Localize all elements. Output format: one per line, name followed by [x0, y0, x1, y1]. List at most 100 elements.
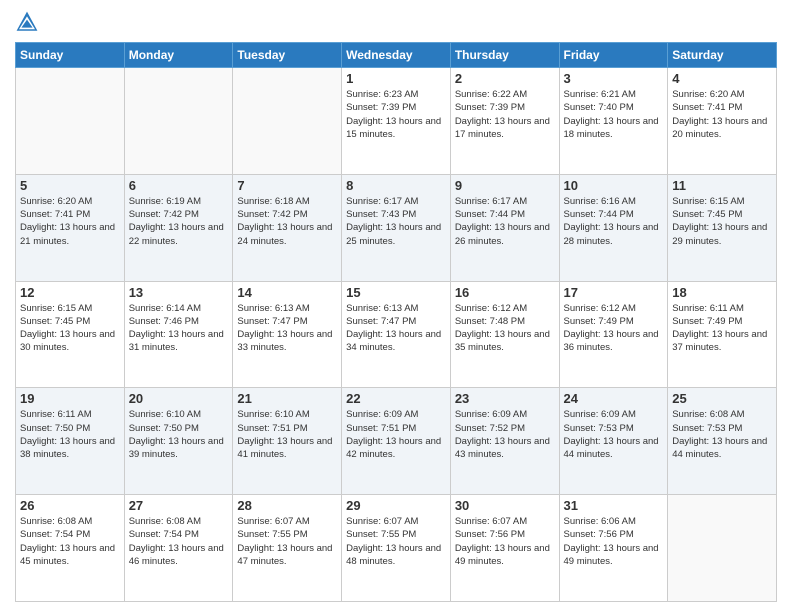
- calendar-day: [668, 495, 777, 602]
- day-number: 1: [346, 71, 446, 86]
- col-header-saturday: Saturday: [668, 43, 777, 68]
- calendar-week-row: 1 Sunrise: 6:23 AMSunset: 7:39 PMDaylight…: [16, 68, 777, 175]
- calendar-day: 4 Sunrise: 6:20 AMSunset: 7:41 PMDaylight…: [668, 68, 777, 175]
- col-header-sunday: Sunday: [16, 43, 125, 68]
- calendar-day: 30 Sunrise: 6:07 AMSunset: 7:56 PMDayligh…: [450, 495, 559, 602]
- day-info: Sunrise: 6:13 AMSunset: 7:47 PMDaylight:…: [346, 302, 446, 355]
- day-info: Sunrise: 6:19 AMSunset: 7:42 PMDaylight:…: [129, 195, 229, 248]
- day-info: Sunrise: 6:06 AMSunset: 7:56 PMDaylight:…: [564, 515, 664, 568]
- calendar-day: 24Sunrise: 6:09 AMSunset: 7:53 PMDayligh…: [559, 388, 668, 495]
- day-info: Sunrise: 6:08 AMSunset: 7:53 PMDaylight:…: [672, 408, 772, 461]
- calendar-day: 6 Sunrise: 6:19 AMSunset: 7:42 PMDaylight…: [124, 174, 233, 281]
- calendar-day: 22 Sunrise: 6:09 AMSunset: 7:51 PMDayligh…: [342, 388, 451, 495]
- day-info: Sunrise: 6:12 AMSunset: 7:49 PMDaylight:…: [564, 302, 664, 355]
- calendar-day: 2 Sunrise: 6:22 AMSunset: 7:39 PMDaylight…: [450, 68, 559, 175]
- day-number: 9: [455, 178, 555, 193]
- day-number: 29: [346, 498, 446, 513]
- day-number: 5: [20, 178, 120, 193]
- day-info: Sunrise: 6:22 AMSunset: 7:39 PMDaylight:…: [455, 88, 555, 141]
- day-info: Sunrise: 6:08 AMSunset: 7:54 PMDaylight:…: [20, 515, 120, 568]
- day-number: 2: [455, 71, 555, 86]
- calendar-day: 1 Sunrise: 6:23 AMSunset: 7:39 PMDaylight…: [342, 68, 451, 175]
- day-info: Sunrise: 6:21 AMSunset: 7:40 PMDaylight:…: [564, 88, 664, 141]
- calendar-day: 25 Sunrise: 6:08 AMSunset: 7:53 PMDayligh…: [668, 388, 777, 495]
- col-header-friday: Friday: [559, 43, 668, 68]
- day-info: Sunrise: 6:13 AMSunset: 7:47 PMDaylight:…: [237, 302, 337, 355]
- calendar-day: 27 Sunrise: 6:08 AMSunset: 7:54 PMDayligh…: [124, 495, 233, 602]
- day-info: Sunrise: 6:09 AMSunset: 7:53 PMDaylight:…: [564, 408, 664, 461]
- day-info: Sunrise: 6:09 AMSunset: 7:51 PMDaylight:…: [346, 408, 446, 461]
- day-info: Sunrise: 6:10 AMSunset: 7:51 PMDaylight:…: [237, 408, 337, 461]
- day-number: 14: [237, 285, 337, 300]
- calendar-day: 23 Sunrise: 6:09 AMSunset: 7:52 PMDayligh…: [450, 388, 559, 495]
- day-number: 28: [237, 498, 337, 513]
- calendar-header-row: SundayMondayTuesdayWednesdayThursdayFrid…: [16, 43, 777, 68]
- calendar-day: 16 Sunrise: 6:12 AMSunset: 7:48 PMDayligh…: [450, 281, 559, 388]
- calendar-day: 13Sunrise: 6:14 AMSunset: 7:46 PMDayligh…: [124, 281, 233, 388]
- day-info: Sunrise: 6:20 AMSunset: 7:41 PMDaylight:…: [20, 195, 120, 248]
- calendar-day: 18 Sunrise: 6:11 AMSunset: 7:49 PMDayligh…: [668, 281, 777, 388]
- day-number: 12: [20, 285, 120, 300]
- logo-icon: [15, 10, 39, 34]
- calendar-day: 29Sunrise: 6:07 AMSunset: 7:55 PMDayligh…: [342, 495, 451, 602]
- day-number: 8: [346, 178, 446, 193]
- day-info: Sunrise: 6:09 AMSunset: 7:52 PMDaylight:…: [455, 408, 555, 461]
- calendar-day: 8 Sunrise: 6:17 AMSunset: 7:43 PMDaylight…: [342, 174, 451, 281]
- day-number: 18: [672, 285, 772, 300]
- day-info: Sunrise: 6:18 AMSunset: 7:42 PMDaylight:…: [237, 195, 337, 248]
- calendar-day: 11 Sunrise: 6:15 AMSunset: 7:45 PMDayligh…: [668, 174, 777, 281]
- calendar-day: 7 Sunrise: 6:18 AMSunset: 7:42 PMDaylight…: [233, 174, 342, 281]
- calendar-day: 12 Sunrise: 6:15 AMSunset: 7:45 PMDayligh…: [16, 281, 125, 388]
- day-number: 19: [20, 391, 120, 406]
- day-number: 23: [455, 391, 555, 406]
- day-info: Sunrise: 6:11 AMSunset: 7:50 PMDaylight:…: [20, 408, 120, 461]
- calendar-day: 19 Sunrise: 6:11 AMSunset: 7:50 PMDayligh…: [16, 388, 125, 495]
- day-info: Sunrise: 6:15 AMSunset: 7:45 PMDaylight:…: [672, 195, 772, 248]
- calendar-day: 28 Sunrise: 6:07 AMSunset: 7:55 PMDayligh…: [233, 495, 342, 602]
- day-number: 6: [129, 178, 229, 193]
- day-number: 17: [564, 285, 664, 300]
- header: [15, 10, 777, 34]
- calendar-week-row: 26 Sunrise: 6:08 AMSunset: 7:54 PMDayligh…: [16, 495, 777, 602]
- calendar-day: 3Sunrise: 6:21 AMSunset: 7:40 PMDaylight…: [559, 68, 668, 175]
- day-number: 21: [237, 391, 337, 406]
- day-number: 26: [20, 498, 120, 513]
- day-number: 15: [346, 285, 446, 300]
- page: SundayMondayTuesdayWednesdayThursdayFrid…: [0, 0, 792, 612]
- col-header-tuesday: Tuesday: [233, 43, 342, 68]
- day-number: 11: [672, 178, 772, 193]
- day-info: Sunrise: 6:07 AMSunset: 7:56 PMDaylight:…: [455, 515, 555, 568]
- calendar-day: 15 Sunrise: 6:13 AMSunset: 7:47 PMDayligh…: [342, 281, 451, 388]
- day-number: 7: [237, 178, 337, 193]
- calendar-day: 20Sunrise: 6:10 AMSunset: 7:50 PMDayligh…: [124, 388, 233, 495]
- day-info: Sunrise: 6:17 AMSunset: 7:43 PMDaylight:…: [346, 195, 446, 248]
- calendar-table: SundayMondayTuesdayWednesdayThursdayFrid…: [15, 42, 777, 602]
- calendar-week-row: 5 Sunrise: 6:20 AMSunset: 7:41 PMDaylight…: [16, 174, 777, 281]
- day-info: Sunrise: 6:11 AMSunset: 7:49 PMDaylight:…: [672, 302, 772, 355]
- calendar-week-row: 12 Sunrise: 6:15 AMSunset: 7:45 PMDayligh…: [16, 281, 777, 388]
- col-header-wednesday: Wednesday: [342, 43, 451, 68]
- calendar-day: [16, 68, 125, 175]
- day-number: 30: [455, 498, 555, 513]
- col-header-monday: Monday: [124, 43, 233, 68]
- day-info: Sunrise: 6:07 AMSunset: 7:55 PMDaylight:…: [237, 515, 337, 568]
- col-header-thursday: Thursday: [450, 43, 559, 68]
- day-info: Sunrise: 6:16 AMSunset: 7:44 PMDaylight:…: [564, 195, 664, 248]
- day-number: 27: [129, 498, 229, 513]
- calendar-day: [124, 68, 233, 175]
- day-info: Sunrise: 6:23 AMSunset: 7:39 PMDaylight:…: [346, 88, 446, 141]
- day-info: Sunrise: 6:12 AMSunset: 7:48 PMDaylight:…: [455, 302, 555, 355]
- calendar-day: [233, 68, 342, 175]
- calendar-day: 14 Sunrise: 6:13 AMSunset: 7:47 PMDayligh…: [233, 281, 342, 388]
- day-info: Sunrise: 6:20 AMSunset: 7:41 PMDaylight:…: [672, 88, 772, 141]
- calendar-day: 5 Sunrise: 6:20 AMSunset: 7:41 PMDaylight…: [16, 174, 125, 281]
- day-info: Sunrise: 6:17 AMSunset: 7:44 PMDaylight:…: [455, 195, 555, 248]
- calendar-day: 31Sunrise: 6:06 AMSunset: 7:56 PMDayligh…: [559, 495, 668, 602]
- day-number: 4: [672, 71, 772, 86]
- day-number: 22: [346, 391, 446, 406]
- day-info: Sunrise: 6:08 AMSunset: 7:54 PMDaylight:…: [129, 515, 229, 568]
- calendar-day: 10Sunrise: 6:16 AMSunset: 7:44 PMDayligh…: [559, 174, 668, 281]
- day-info: Sunrise: 6:15 AMSunset: 7:45 PMDaylight:…: [20, 302, 120, 355]
- day-number: 25: [672, 391, 772, 406]
- day-number: 16: [455, 285, 555, 300]
